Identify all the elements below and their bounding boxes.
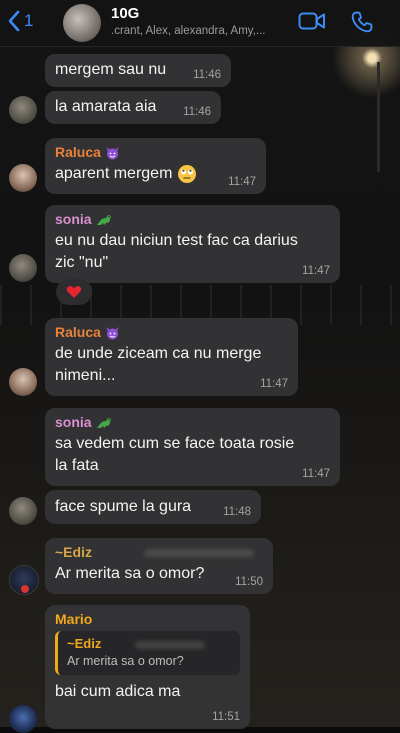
devil-emoji-icon [106, 147, 119, 160]
redacted-phone [143, 549, 254, 558]
message-text: mergem sau nu [55, 61, 167, 78]
quote-text: Ar merita sa o omor? [67, 654, 184, 668]
chevron-left-icon [8, 10, 20, 32]
message-bubble[interactable]: la amarata aia 11:46 [45, 91, 221, 124]
message-text: face spume la gura [55, 498, 192, 515]
chat-header: 1 10G .crant, Alex, alexandra, Amy,... [0, 0, 400, 47]
rolling-eyes-emoji-icon [177, 165, 196, 184]
avatar[interactable] [9, 164, 37, 192]
back-button[interactable]: 1 [7, 9, 33, 33]
message-bubble[interactable]: Raluca de unde ziceam ca nu merge nimeni… [45, 318, 298, 396]
message-text: aparent mergem [55, 165, 173, 183]
message-time: 11:47 [228, 176, 256, 188]
sender-name: ~Ediz [55, 544, 92, 560]
message-time: 11:47 [260, 378, 288, 390]
devil-emoji-icon [106, 327, 119, 340]
message-time: 11:47 [302, 265, 330, 277]
message-time: 11:48 [223, 506, 251, 518]
message-bubble[interactable]: Raluca aparent mergem 11:47 [45, 138, 266, 194]
sender-name: Mario [55, 611, 93, 627]
message-bubble[interactable]: Mario ~Ediz Ar merita sa o omor? bai cum… [45, 605, 250, 729]
avatar[interactable] [9, 497, 37, 525]
message-text: la amarata aia [55, 98, 157, 115]
message-text: zic "nu" [55, 254, 109, 272]
message-time: 11:46 [193, 69, 221, 81]
message-time: 11:51 [212, 711, 240, 723]
avatar[interactable] [9, 705, 37, 733]
message-text: bai cum adica ma [55, 683, 181, 700]
avatar-status-dot [21, 585, 29, 593]
avatar[interactable] [9, 368, 37, 396]
message-bubble[interactable]: mergem sau nu 11:46 [45, 54, 231, 87]
phone-icon [351, 11, 373, 33]
message-time: 11:50 [235, 576, 263, 588]
sender-name: Raluca [55, 324, 101, 340]
avatar[interactable] [9, 254, 37, 282]
avatar[interactable] [9, 96, 37, 124]
dinosaur-emoji-icon [97, 215, 112, 226]
group-name[interactable]: 10G [111, 5, 139, 22]
group-members[interactable]: .crant, Alex, alexandra, Amy,... [111, 25, 265, 37]
message-text: la fata [55, 457, 99, 475]
message-text: sa vedem cum se face toata rosie [55, 435, 295, 453]
quoted-message[interactable]: ~Ediz Ar merita sa o omor? [55, 631, 240, 675]
voice-call-button[interactable] [350, 10, 374, 39]
message-text: eu nu dau niciun test fac ca darius [55, 232, 298, 250]
message-text: Ar merita sa o omor? [55, 565, 205, 582]
message-bubble[interactable]: ~Ediz Ar merita sa o omor? 11:50 [45, 538, 273, 594]
message-time: 11:47 [302, 468, 330, 480]
sender-name: sonia [55, 414, 92, 430]
group-avatar[interactable] [63, 4, 101, 42]
video-call-button[interactable] [298, 11, 326, 36]
quote-sender: ~Ediz [67, 636, 102, 651]
video-camera-icon [298, 12, 325, 30]
reaction-badge[interactable] [56, 279, 92, 305]
message-time: 11:46 [183, 106, 211, 118]
message-bubble[interactable]: sonia eu nu dau niciun test fac ca dariu… [45, 205, 340, 283]
unread-count: 1 [24, 11, 34, 30]
sender-name: Raluca [55, 144, 101, 160]
message-bubble[interactable]: face spume la gura 11:48 [45, 490, 261, 524]
message-bubble[interactable]: sonia sa vedem cum se face toata rosie l… [45, 408, 340, 486]
heart-reaction-icon [66, 286, 82, 298]
message-text: de unde ziceam ca nu merge [55, 345, 262, 363]
dinosaur-emoji-icon [97, 418, 112, 429]
lamp-pole [377, 62, 380, 172]
redacted-phone [134, 640, 205, 649]
sender-name: sonia [55, 211, 92, 227]
message-text: nimeni... [55, 367, 116, 385]
